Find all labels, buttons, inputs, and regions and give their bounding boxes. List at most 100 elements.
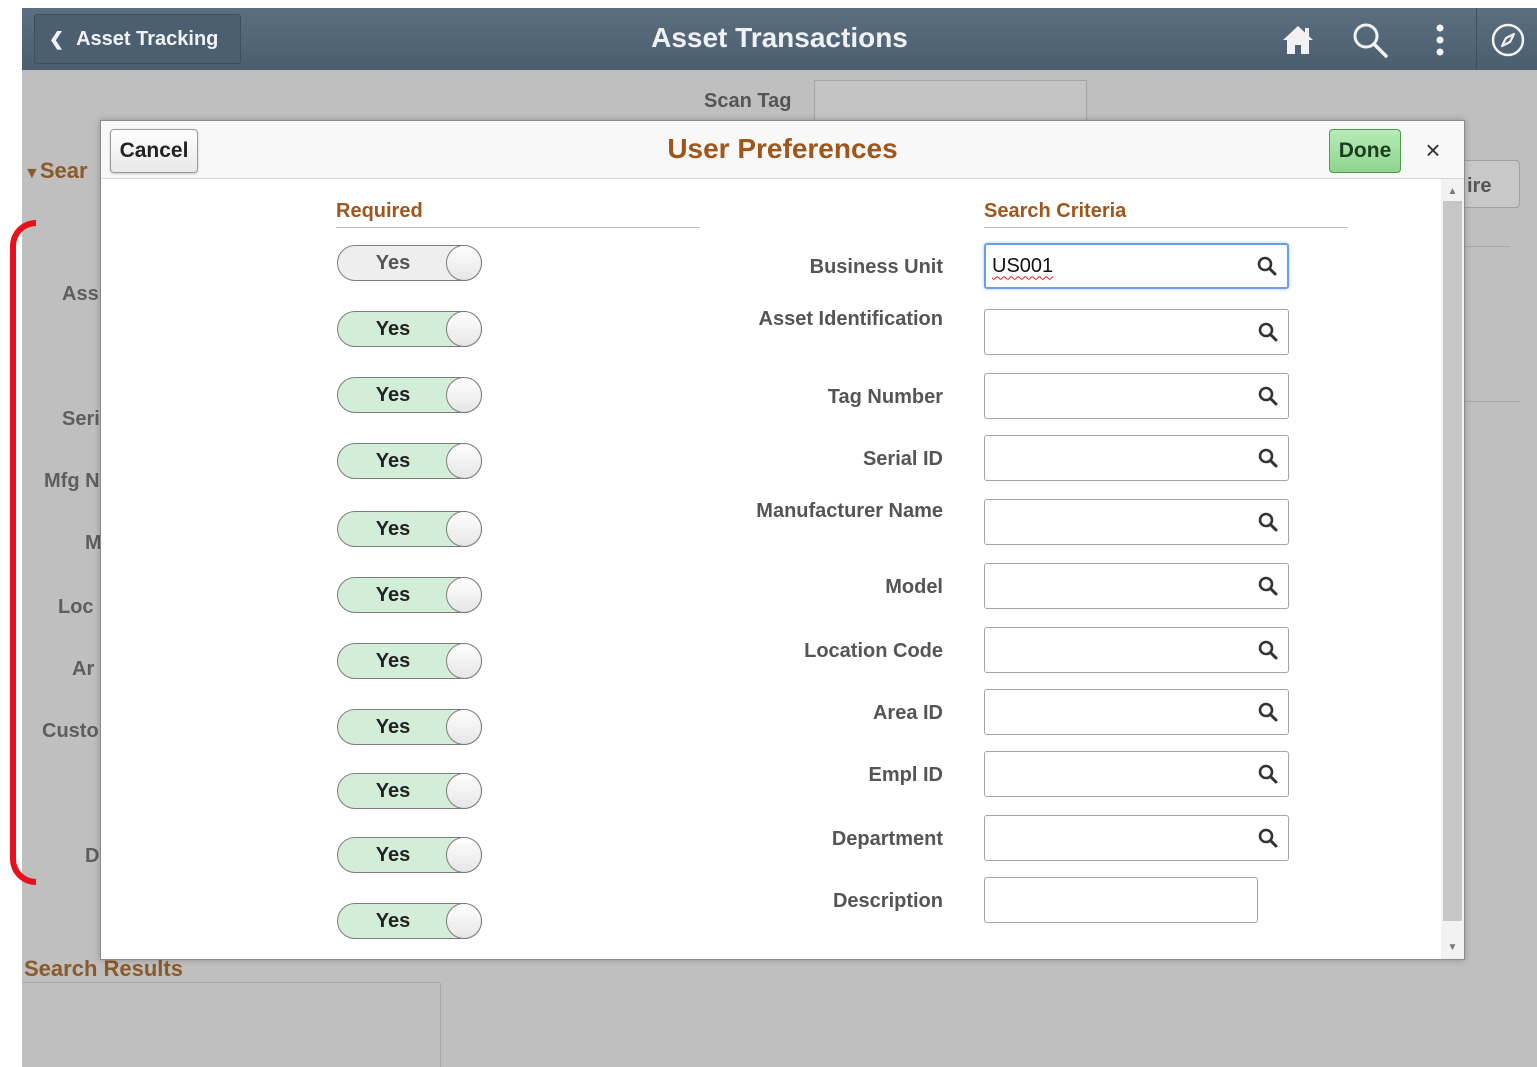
user-preferences-modal: Cancel User Preferences Done × Required … <box>100 120 1465 960</box>
required-toggle[interactable]: Yes <box>337 903 482 939</box>
toggle-label: Yes <box>375 251 411 274</box>
toggle-knob <box>446 443 482 479</box>
lookup-search-icon[interactable] <box>1248 640 1288 660</box>
toggle-knob <box>446 773 482 809</box>
header-bar: ❮ Asset Tracking Asset Transactions <box>22 8 1537 70</box>
modal-header: Cancel User Preferences Done × <box>101 121 1464 179</box>
lookup-search-icon[interactable] <box>1248 448 1288 468</box>
required-toggle[interactable]: Yes <box>337 377 482 413</box>
business-unit-value-text: US001 <box>992 254 1054 277</box>
required-toggle[interactable]: Yes <box>337 709 482 745</box>
scrollbar-thumb[interactable] <box>1443 201 1462 921</box>
toggle-label: Yes <box>375 715 411 738</box>
empl-id-input[interactable] <box>984 751 1289 797</box>
asset-identification-label: Asset Identification <box>758 308 943 330</box>
location-code-input[interactable] <box>984 627 1289 673</box>
triangle-down-icon: ▼ <box>24 165 40 182</box>
lookup-search-icon[interactable] <box>1248 386 1288 406</box>
toggle-knob <box>446 577 482 613</box>
back-asset-tracking-button[interactable]: ❮ Asset Tracking <box>34 14 241 64</box>
toggle-knob <box>446 903 482 939</box>
business-unit-input[interactable]: US001 <box>984 243 1289 289</box>
area-id-input[interactable] <box>984 689 1289 735</box>
bg-asset-label: Ass <box>62 283 99 305</box>
required-toggle[interactable]: Yes <box>337 311 482 347</box>
bg-custodian-label: Custo <box>42 720 99 742</box>
toggle-label: Yes <box>375 517 411 540</box>
home-icon[interactable] <box>1278 20 1318 60</box>
lookup-search-icon[interactable] <box>1248 828 1288 848</box>
model-input[interactable] <box>984 563 1289 609</box>
required-toggle[interactable]: Yes <box>337 245 482 281</box>
toggle-knob <box>446 245 482 281</box>
bg-location-label: Loc <box>58 596 94 618</box>
search-criteria-header: Search Criteria <box>984 200 1127 222</box>
description-input[interactable] <box>984 877 1258 923</box>
required-toggle[interactable]: Yes <box>337 443 482 479</box>
criteria-divider <box>984 227 1348 228</box>
area-id-label: Area ID <box>872 702 943 724</box>
scan-tag-label: Scan Tag <box>704 90 792 112</box>
scroll-up-arrow-icon[interactable]: ▲ <box>1441 181 1464 201</box>
asset-identification-input[interactable] <box>984 309 1289 355</box>
bg-department-label: D <box>85 845 100 867</box>
empl-id-label: Empl ID <box>868 764 943 786</box>
background-action-label: ire <box>1467 175 1492 197</box>
serial-id-input[interactable] <box>984 435 1289 481</box>
toggle-label: Yes <box>375 449 411 472</box>
manufacturer-name-input[interactable] <box>984 499 1289 545</box>
toggle-knob <box>446 377 482 413</box>
department-label: Department <box>831 828 943 850</box>
bg-serial-label: Seri <box>62 408 100 430</box>
toggle-label: Yes <box>375 779 411 802</box>
toggle-label: Yes <box>375 649 411 672</box>
chevron-left-icon: ❮ <box>49 28 65 49</box>
done-button[interactable]: Done <box>1329 129 1401 173</box>
bg-mfg-label: Mfg N <box>44 470 100 492</box>
toggle-label: Yes <box>375 383 411 406</box>
business-unit-value: US001 <box>986 255 1247 278</box>
header-divider <box>1476 8 1477 70</box>
lookup-search-icon[interactable] <box>1247 256 1287 276</box>
tag-number-input[interactable] <box>984 373 1289 419</box>
required-divider <box>336 227 700 228</box>
modal-title: User Preferences <box>667 133 898 164</box>
modal-scrollbar[interactable]: ▲ ▼ <box>1441 179 1464 959</box>
bg-divider <box>1462 401 1520 402</box>
lookup-search-icon[interactable] <box>1248 322 1288 342</box>
required-toggle[interactable]: Yes <box>337 773 482 809</box>
toggle-knob <box>446 837 482 873</box>
description-label: Description <box>832 890 943 912</box>
close-icon[interactable]: × <box>1419 135 1447 165</box>
back-button-label: Asset Tracking <box>76 27 219 50</box>
cancel-button[interactable]: Cancel <box>110 129 198 173</box>
toggle-label: Yes <box>375 909 411 932</box>
toggle-knob <box>446 311 482 347</box>
model-label: Model <box>885 576 943 598</box>
search-section-header[interactable]: ▼Sear <box>24 158 88 184</box>
scroll-down-arrow-icon[interactable]: ▼ <box>1441 937 1464 957</box>
search-icon[interactable] <box>1350 20 1390 60</box>
lookup-search-icon[interactable] <box>1248 764 1288 784</box>
serial-id-label: Serial ID <box>862 448 943 470</box>
required-toggle[interactable]: Yes <box>337 577 482 613</box>
toggle-knob <box>446 511 482 547</box>
lookup-search-icon[interactable] <box>1248 512 1288 532</box>
bg-divider <box>1462 246 1510 247</box>
required-toggle[interactable]: Yes <box>337 837 482 873</box>
modal-body: Required Search Criteria Yes Yes Yes Yes Yes… <box>101 179 1441 959</box>
tag-number-label: Tag Number <box>827 386 943 408</box>
navbar-compass-icon[interactable] <box>1488 20 1528 60</box>
toggle-label: Yes <box>375 317 411 340</box>
lookup-search-icon[interactable] <box>1248 576 1288 596</box>
manufacturer-name-label: Manufacturer Name <box>756 500 943 522</box>
more-actions-icon[interactable] <box>1420 20 1460 60</box>
lookup-search-icon[interactable] <box>1248 702 1288 722</box>
toggle-knob <box>446 643 482 679</box>
toggle-label: Yes <box>375 583 411 606</box>
required-toggle[interactable]: Yes <box>337 643 482 679</box>
bg-divider <box>22 982 440 983</box>
scan-tag-input[interactable] <box>814 80 1087 124</box>
department-input[interactable] <box>984 815 1289 861</box>
required-toggle[interactable]: Yes <box>337 511 482 547</box>
